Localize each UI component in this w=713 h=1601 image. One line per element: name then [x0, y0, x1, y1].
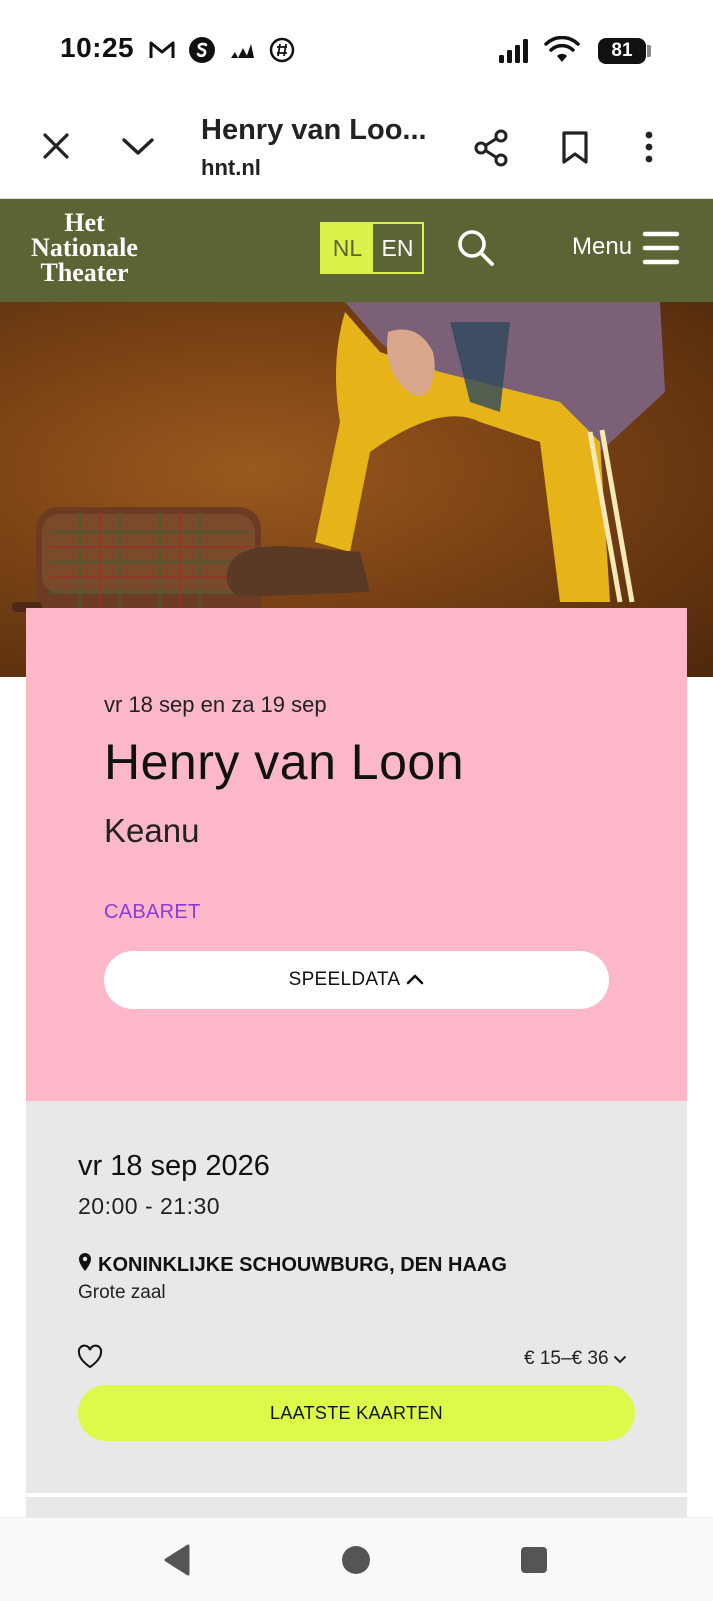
gmail-icon	[148, 36, 176, 64]
venue-name: KONINKLIJKE SCHOUWBURG, DEN HAAG	[98, 1253, 507, 1276]
event-genre-link[interactable]: CABARET	[104, 901, 201, 924]
search-icon[interactable]	[456, 228, 496, 273]
event-date-range: vr 18 sep en za 19 sep	[104, 692, 327, 717]
wifi-icon	[543, 35, 581, 69]
home-icon[interactable]	[340, 1544, 372, 1581]
logo-line: Nationale	[31, 233, 138, 262]
chevron-down-icon[interactable]	[120, 132, 156, 165]
language-en-button[interactable]: EN	[373, 224, 422, 272]
status-time: 10:25	[60, 32, 135, 63]
event-subtitle: Keanu	[104, 812, 200, 849]
performance-item-next	[26, 1497, 687, 1517]
buy-tickets-button[interactable]: LAATSTE KAARTEN	[78, 1385, 635, 1441]
close-icon[interactable]	[40, 130, 72, 167]
event-title: Henry van Loon	[104, 734, 465, 790]
back-icon[interactable]	[162, 1543, 192, 1582]
venue-hall: Grote zaal	[78, 1282, 166, 1303]
adidas-icon	[228, 36, 256, 64]
shazam-icon	[188, 36, 216, 64]
chevron-up-icon	[406, 969, 424, 991]
page-title: Henry van Loo...	[201, 114, 427, 146]
performer-figure	[226, 302, 665, 603]
chevron-down-icon	[613, 1348, 627, 1370]
speeldata-button[interactable]: SPEELDATA	[104, 951, 609, 1009]
recents-icon[interactable]	[520, 1546, 548, 1579]
url-text: hnt.nl	[201, 155, 261, 180]
heart-icon[interactable]	[76, 1344, 104, 1375]
location-pin-icon	[78, 1252, 92, 1278]
menu-button-label[interactable]: Menu	[572, 233, 632, 261]
performance-time: 20:00 - 21:30	[78, 1193, 221, 1219]
speeldata-label: SPEELDATA	[288, 969, 401, 990]
language-switcher: NL EN	[320, 222, 424, 274]
more-options-icon[interactable]	[644, 130, 654, 169]
threads-icon	[268, 36, 296, 64]
venue: KONINKLIJKE SCHOUWBURG, DEN HAAG	[78, 1252, 507, 1278]
hamburger-icon[interactable]	[642, 230, 680, 271]
signal-icon	[498, 38, 534, 69]
language-nl-button[interactable]: NL	[322, 224, 373, 272]
price-dropdown[interactable]: € 15–€ 36	[524, 1348, 627, 1370]
site-logo[interactable]: Het Nationale Theater	[22, 208, 147, 287]
share-icon[interactable]	[472, 128, 510, 173]
battery-indicator: 81	[598, 38, 646, 64]
battery-tip	[647, 45, 651, 57]
logo-line: Het	[64, 208, 105, 237]
performance-date: vr 18 sep 2026	[78, 1150, 270, 1182]
bookmark-icon[interactable]	[560, 130, 590, 171]
event-card	[26, 608, 687, 1101]
logo-line: Theater	[40, 258, 129, 287]
price-range: € 15–€ 36	[524, 1348, 609, 1369]
